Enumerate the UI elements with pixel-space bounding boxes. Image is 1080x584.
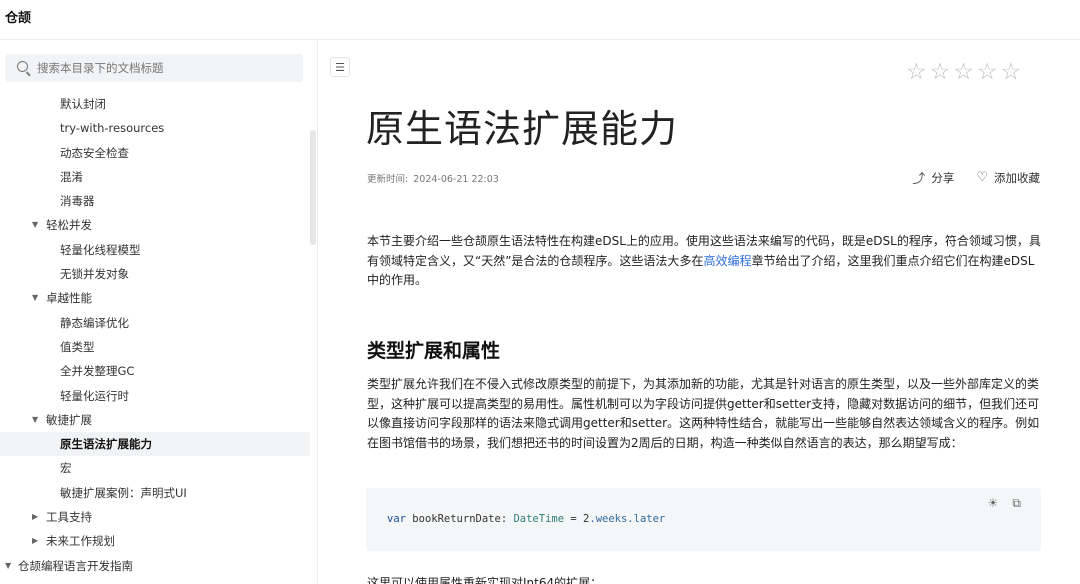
page-title: 原生语法扩展能力 [366, 107, 679, 151]
sidebar-item[interactable]: ▼ 卓越性能 [0, 286, 310, 310]
code-block: ☀ ⧉ var bookReturnDate: DateTime = 2.wee… [366, 488, 1041, 551]
sidebar-item-label: 全并发整理GC [60, 364, 135, 379]
sidebar: 默认封闭 try-with-resources 动态安全检查混淆消毒器 ▼ 轻松并发轻量… [0, 40, 318, 584]
share-label: 分享 [931, 170, 955, 185]
sidebar-item[interactable]: 无锁并发对象 [0, 262, 310, 286]
sidebar-item[interactable]: 静态编译优化 [0, 311, 310, 335]
sidebar-item-label: 混淆 [60, 169, 83, 184]
code-prop-later: later [633, 513, 666, 525]
sidebar-item[interactable]: 默认封闭 [0, 92, 310, 116]
star-icon[interactable]: ☆ [953, 60, 974, 84]
share-button[interactable]: ⤴ 分享 [912, 168, 955, 188]
sidebar-item-label: 无锁并发对象 [60, 267, 129, 282]
heart-icon: ♡ [976, 170, 988, 185]
code-line: var bookReturnDate: DateTime = 2.weeks.l… [387, 513, 666, 525]
update-time-value: 2024-06-21 22:03 [413, 174, 499, 185]
favorite-button[interactable]: ♡ 添加收藏 [976, 170, 1040, 186]
star-icon[interactable]: ☆ [906, 60, 927, 84]
sidebar-item[interactable]: 敏捷扩展案例：声明式UI [0, 481, 310, 505]
sidebar-item[interactable]: try-with-resources [0, 116, 310, 140]
intro-paragraph: 本节主要介绍一些仓颉原生语法特性在构建eDSL上的应用。使用这些语法来编写的代码… [367, 232, 1043, 291]
chevron-right-icon[interactable]: ▶ [32, 529, 38, 553]
sidebar-item[interactable]: 宏 [0, 456, 310, 480]
section-paragraph: 类型扩展允许我们在不侵入式修改原类型的前提下，为其添加新的功能，尤其是针对语言的… [367, 377, 1040, 450]
sidebar-item[interactable]: ▼ 敏捷扩展 [0, 408, 310, 432]
sidebar-item-label: 宏 [60, 461, 72, 476]
sidebar-item[interactable]: ▶ 未来工作规划 [0, 529, 310, 553]
sidebar-item-label: 工具支持 [46, 510, 92, 525]
sun-icon[interactable]: ☀ [988, 496, 999, 511]
code-number: 2 [583, 513, 590, 525]
sidebar-item[interactable]: 混淆 [0, 165, 310, 189]
sidebar-item-label: 动态安全检查 [60, 145, 129, 160]
sidebar-item-label: 仓颉编程语言开发指南 [18, 558, 133, 573]
sidebar-item[interactable]: 全并发整理GC [0, 359, 310, 383]
chevron-right-icon[interactable]: ▶ [32, 505, 38, 529]
sidebar-item-label: 轻量化运行时 [60, 388, 129, 403]
sidebar-item[interactable]: 轻量化运行时 [0, 384, 310, 408]
toc-toggle-icon: ☰ [335, 60, 345, 74]
code-prop-weeks: weeks [595, 513, 628, 525]
sidebar-item[interactable]: 值类型 [0, 335, 310, 359]
sidebar-item-label: 消毒器 [60, 194, 95, 209]
code-equals: = [570, 513, 577, 525]
sidebar-item-label: 值类型 [60, 339, 95, 354]
article-actions: ⤴ 分享 ♡ 添加收藏 [912, 168, 1040, 187]
sidebar-nav-list: 默认封闭 try-with-resources 动态安全检查 混淆消毒器 ▼ 轻松并发轻量… [0, 92, 310, 578]
share-icon: ⤴ [912, 172, 926, 187]
sidebar-item[interactable]: 轻量化线程模型 [0, 238, 310, 262]
chevron-down-icon[interactable]: ▼ [32, 286, 38, 310]
star-icon[interactable]: ☆ [977, 60, 998, 84]
sidebar-item[interactable]: 原生语法扩展能力 [0, 432, 310, 457]
copy-icon[interactable]: ⧉ [1012, 496, 1021, 511]
code-keyword: var [387, 513, 406, 525]
code-tools: ☀ ⧉ [988, 496, 1021, 511]
efficient-programming-link[interactable]: 高效编程 [703, 254, 751, 268]
brand-title[interactable]: 仓颉 [5, 7, 31, 26]
rating-stars: ☆ ☆ ☆ ☆ ☆ [906, 60, 1021, 84]
code-variable: bookReturnDate [412, 513, 501, 525]
code-type: DateTime [513, 513, 565, 525]
sidebar-item-label: 未来工作规划 [46, 534, 115, 549]
next-paragraph: 这里可以使用属性重新实现对Int64的扩展： [367, 576, 603, 584]
star-icon[interactable]: ☆ [930, 60, 951, 84]
sidebar-item-label: 敏捷扩展 [46, 412, 92, 427]
sidebar-item-label: try-with-resources [60, 121, 165, 136]
top-bar: 仓颉 [0, 0, 1080, 40]
code-colon: : [500, 513, 508, 525]
star-icon[interactable]: ☆ [1001, 60, 1022, 84]
favorite-label: 添加收藏 [994, 170, 1040, 185]
sidebar-item-label: 卓越性能 [46, 291, 92, 306]
search-icon [17, 61, 28, 72]
sidebar-item[interactable]: ▼ 仓颉编程语言开发指南 [0, 554, 310, 578]
sidebar-item-label: 轻松并发 [46, 218, 92, 233]
chevron-down-icon[interactable]: ▼ [32, 213, 38, 237]
update-time: 更新时间: 2024-06-21 22:03 [367, 171, 501, 185]
sidebar-item-label: 轻量化线程模型 [60, 242, 141, 257]
sidebar-item[interactable]: ▼ 轻松并发 [0, 213, 310, 237]
search-input[interactable] [37, 58, 297, 78]
sidebar-scrollbar[interactable] [310, 130, 316, 245]
section-heading: 类型扩展和属性 [367, 340, 501, 362]
sidebar-item-label: 默认封闭 [60, 97, 106, 111]
toc-toggle-button[interactable]: ☰ [330, 57, 350, 77]
sidebar-item-label: 原生语法扩展能力 [60, 437, 152, 452]
chevron-down-icon[interactable]: ▼ [32, 408, 38, 432]
chevron-down-icon[interactable]: ▼ [5, 554, 11, 578]
sidebar-item-label: 静态编译优化 [60, 315, 129, 330]
sidebar-item[interactable]: 消毒器 [0, 189, 310, 213]
search-box[interactable] [5, 54, 303, 82]
sidebar-item[interactable]: ▶ 工具支持 [0, 505, 310, 529]
sidebar-item[interactable]: 动态安全检查 [0, 141, 310, 165]
sidebar-item-label: 敏捷扩展案例：声明式UI [60, 485, 187, 500]
update-time-label: 更新时间: [367, 174, 409, 185]
